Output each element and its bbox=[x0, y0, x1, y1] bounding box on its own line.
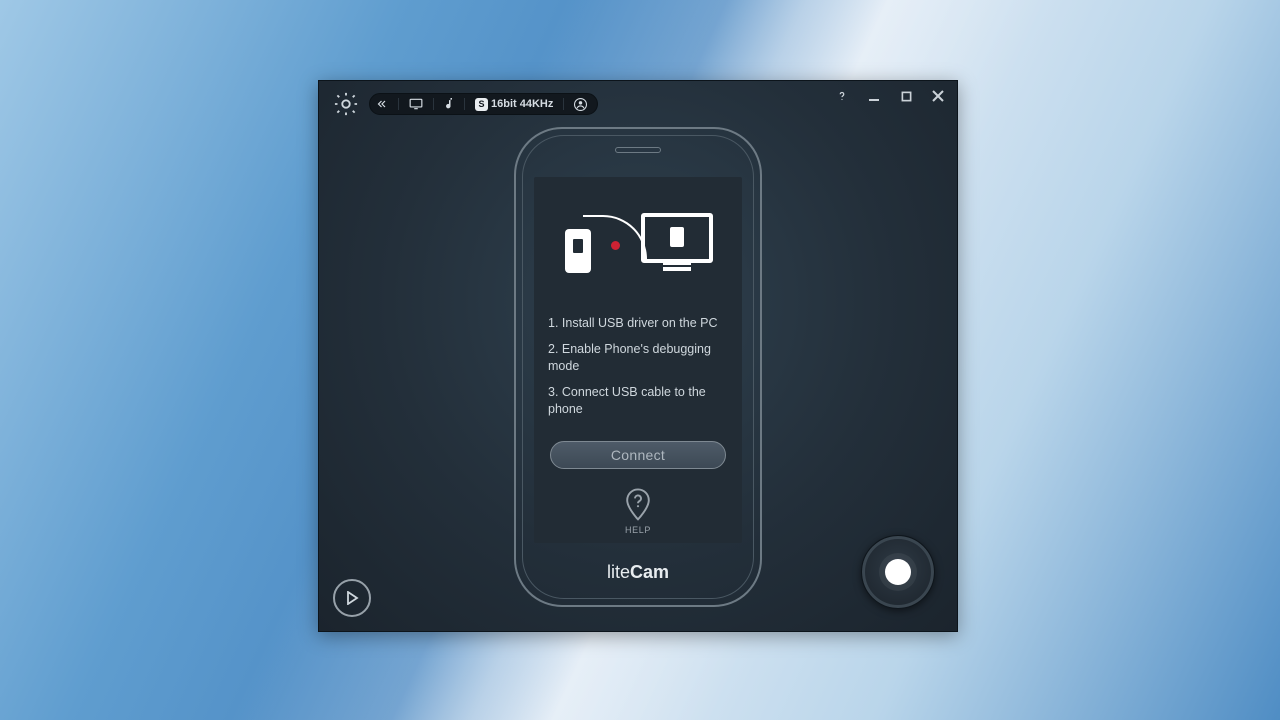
instruction-step-3: 3. Connect USB cable to the phone bbox=[548, 384, 728, 419]
minimize-button[interactable] bbox=[865, 87, 883, 105]
monitor-glyph-icon bbox=[641, 213, 713, 263]
toolbar-pill: S 16bit 44KHz bbox=[369, 93, 598, 115]
s-badge-icon: S bbox=[475, 98, 488, 111]
brand-label: liteCam bbox=[516, 562, 760, 583]
app-window: S 16bit 44KHz bbox=[318, 80, 958, 632]
instruction-steps: 1. Install USB driver on the PC 2. Enabl… bbox=[534, 307, 742, 427]
chevrons-left-icon bbox=[376, 98, 388, 110]
earpiece-icon bbox=[615, 147, 661, 153]
audio-format-button[interactable]: S 16bit 44KHz bbox=[475, 98, 553, 111]
record-icon bbox=[885, 559, 911, 585]
account-button[interactable] bbox=[574, 98, 587, 111]
record-dot-icon bbox=[611, 241, 620, 250]
question-icon bbox=[835, 89, 849, 103]
phone-outline: 1. Install USB driver on the PC 2. Enabl… bbox=[514, 127, 762, 607]
play-icon bbox=[345, 591, 359, 605]
audio-format-label: 16bit 44KHz bbox=[491, 98, 553, 110]
play-button[interactable] bbox=[333, 579, 371, 617]
cable-arc-icon bbox=[583, 215, 647, 259]
close-button[interactable] bbox=[929, 87, 947, 105]
help-button[interactable]: HELP bbox=[623, 487, 653, 535]
help-label: HELP bbox=[625, 525, 651, 535]
user-icon bbox=[574, 98, 587, 111]
music-note-icon bbox=[444, 98, 454, 110]
instruction-panel: 1. Install USB driver on the PC 2. Enabl… bbox=[534, 177, 742, 543]
help-pin-icon bbox=[623, 487, 653, 523]
collapse-button[interactable] bbox=[376, 98, 388, 110]
close-icon bbox=[932, 90, 944, 102]
minimize-icon bbox=[868, 90, 880, 102]
settings-button[interactable] bbox=[329, 87, 363, 121]
screen-icon bbox=[409, 98, 423, 110]
window-controls bbox=[833, 87, 947, 105]
help-window-button[interactable] bbox=[833, 87, 851, 105]
gear-icon bbox=[332, 90, 360, 118]
screen-mode-button[interactable] bbox=[409, 98, 423, 110]
connect-button[interactable]: Connect bbox=[550, 441, 726, 469]
record-button[interactable] bbox=[861, 535, 935, 609]
instruction-step-2: 2. Enable Phone's debugging mode bbox=[548, 341, 728, 376]
instruction-step-1: 1. Install USB driver on the PC bbox=[548, 315, 728, 333]
maximize-icon bbox=[901, 91, 912, 102]
connection-illustration bbox=[563, 207, 713, 285]
audio-mode-button[interactable] bbox=[444, 98, 454, 110]
maximize-button[interactable] bbox=[897, 87, 915, 105]
